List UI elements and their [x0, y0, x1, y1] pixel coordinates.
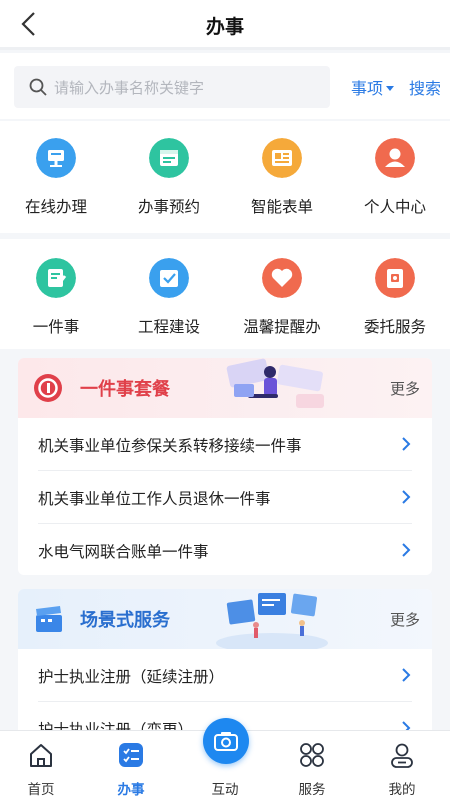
service-label: 一件事	[32, 318, 80, 336]
tab-label: 互动	[211, 782, 239, 798]
list-item[interactable]: 机关事业单位工作人员退休一件事	[38, 471, 412, 524]
chevron-right-icon	[402, 721, 411, 730]
list-item-text: 水电气网联合账单一件事	[38, 543, 209, 561]
service-reminder[interactable]: 温馨提醒办	[226, 258, 338, 348]
delegate-icon	[375, 258, 415, 298]
top-bar: 办事	[0, 0, 450, 50]
scene-card: 场景式服务 更多 护士执业注册（延续注册） 护士执业注册（变更）	[18, 589, 432, 730]
smart-form-icon	[262, 138, 302, 178]
tab-tasks[interactable]: 办事	[96, 731, 166, 800]
package-title: 一件事套餐	[80, 379, 170, 400]
camera-button[interactable]	[203, 718, 249, 764]
clapperboard-icon	[36, 606, 62, 632]
list-item[interactable]: 机关事业单位参保关系转移接续一件事	[38, 418, 412, 471]
online-handle-icon	[36, 138, 76, 178]
services-grid-1: 在线办理 办事预约 智能表单 个人中心	[0, 121, 450, 233]
service-one-thing[interactable]: 一件事	[0, 258, 112, 348]
services-grid-icon	[300, 743, 324, 767]
tab-services[interactable]: 服务	[277, 731, 347, 800]
service-label: 个人中心	[363, 198, 426, 216]
search-bar: 请输入办事名称关键字 事项 搜索	[0, 53, 450, 119]
services-grid-2: 一件事 工程建设 温馨提醒办 委托服务	[0, 239, 450, 349]
service-label: 温馨提醒办	[243, 318, 321, 336]
tab-profile[interactable]: 我的	[367, 731, 437, 800]
list-item-text: 护士执业注册（延续注册）	[38, 668, 225, 686]
heart-icon	[262, 258, 302, 298]
chevron-right-icon	[402, 437, 411, 451]
tab-label: 办事	[117, 782, 145, 798]
service-label: 办事预约	[137, 198, 200, 216]
tab-label: 我的	[388, 782, 416, 798]
scene-title: 场景式服务	[80, 610, 170, 631]
caret-down-icon	[386, 86, 395, 91]
scene-more-link[interactable]: 更多	[390, 609, 420, 630]
tab-home[interactable]: 首页	[6, 731, 76, 800]
service-personal-center[interactable]: 个人中心	[339, 138, 450, 228]
list-item-text: 机关事业单位工作人员退休一件事	[38, 490, 271, 508]
scene-header[interactable]: 场景式服务 更多	[18, 589, 432, 649]
search-input[interactable]: 请输入办事名称关键字	[14, 66, 330, 108]
list-item[interactable]: 护士执业注册（延续注册）	[38, 649, 412, 702]
service-smart-form[interactable]: 智能表单	[226, 138, 338, 228]
person-icon	[375, 138, 415, 178]
chevron-right-icon	[402, 668, 411, 682]
one-thing-icon	[36, 258, 76, 298]
package-card: 一件事套餐 更多 机关事业单位参保关系转移接续一件事 机关事业单位工作人员退休一…	[18, 358, 432, 575]
tab-label: 首页	[27, 782, 55, 798]
list-item-text: 机关事业单位参保关系转移接续一件事	[38, 437, 302, 455]
service-label: 工程建设	[137, 318, 200, 336]
page-title: 办事	[205, 16, 244, 38]
service-online-handle[interactable]: 在线办理	[0, 138, 112, 228]
search-placeholder: 请输入办事名称关键字	[54, 79, 205, 97]
search-icon	[29, 78, 47, 96]
construction-icon	[149, 258, 189, 298]
tasks-icon	[119, 743, 143, 767]
filter-label: 事项	[351, 79, 384, 98]
list-item[interactable]: 水电气网联合账单一件事	[38, 524, 412, 575]
package-header[interactable]: 一件事套餐 更多	[18, 358, 432, 418]
package-badge-icon	[34, 374, 62, 402]
service-label: 委托服务	[363, 318, 426, 336]
chevron-right-icon	[402, 490, 411, 504]
service-construction[interactable]: 工程建设	[113, 258, 225, 348]
package-more-link[interactable]: 更多	[390, 378, 420, 399]
tab-label: 服务	[298, 782, 326, 798]
search-button[interactable]: 搜索	[409, 75, 441, 99]
profile-icon	[391, 743, 413, 768]
home-icon	[30, 744, 52, 767]
service-label: 在线办理	[24, 198, 87, 216]
chevron-right-icon	[402, 543, 411, 557]
service-label: 智能表单	[250, 198, 313, 216]
appointment-icon	[149, 138, 189, 178]
scene-illustration	[216, 593, 328, 649]
service-delegate[interactable]: 委托服务	[339, 258, 450, 348]
camera-icon	[214, 732, 238, 751]
list-item-text: 护士执业注册（变更）	[38, 721, 194, 730]
service-appointment[interactable]: 办事预约	[113, 138, 225, 228]
filter-dropdown[interactable]: 事项	[351, 75, 395, 99]
package-illustration	[226, 358, 324, 408]
